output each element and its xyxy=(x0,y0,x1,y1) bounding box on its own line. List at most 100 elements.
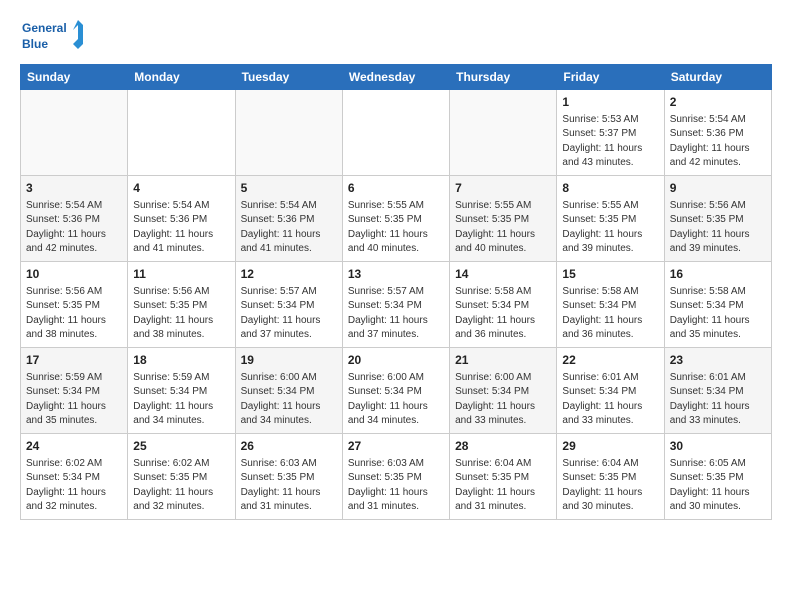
calendar-cell: 8Sunrise: 5:55 AM Sunset: 5:35 PM Daylig… xyxy=(557,176,664,262)
calendar-cell xyxy=(342,90,449,176)
day-number: 14 xyxy=(455,266,551,283)
logo-svg: General Blue xyxy=(20,16,90,58)
day-number: 15 xyxy=(562,266,658,283)
calendar-cell: 29 Sunrise: 6:04 AM Sunset: 5:35 PM Dayli… xyxy=(557,434,664,520)
day-info: Sunrise: 5:59 AM Sunset: 5:34 PM Dayligh… xyxy=(133,371,229,429)
day-number: 17 xyxy=(26,352,122,369)
day-info: Sunrise: 5:56 AM Sunset: 5:35 PM Dayligh… xyxy=(133,285,229,343)
calendar-cell: 28 Sunrise: 6:04 AM Sunset: 5:35 PM Dayli… xyxy=(450,434,557,520)
day-number: 2 xyxy=(670,94,766,111)
day-number: 3 xyxy=(26,180,122,197)
svg-text:General: General xyxy=(22,21,67,35)
calendar-table: SundayMondayTuesdayWednesdayThursdayFrid… xyxy=(20,64,772,520)
calendar-cell: 13 Sunrise: 5:57 AM Sunset: 5:34 PM Dayli… xyxy=(342,262,449,348)
day-info: Sunrise: 5:57 AM Sunset: 5:34 PM Dayligh… xyxy=(241,285,337,343)
calendar-cell: 9Sunrise: 5:56 AM Sunset: 5:35 PM Daylig… xyxy=(664,176,771,262)
calendar-cell: 4 Sunrise: 5:54 AM Sunset: 5:36 PM Daylig… xyxy=(128,176,235,262)
day-info: Sunrise: 6:00 AM Sunset: 5:34 PM Dayligh… xyxy=(455,371,551,429)
calendar-cell xyxy=(450,90,557,176)
day-info: Sunrise: 5:56 AM Sunset: 5:35 PM Dayligh… xyxy=(26,285,122,343)
calendar-week-row: 1Sunrise: 5:53 AM Sunset: 5:37 PM Daylig… xyxy=(21,90,772,176)
calendar-cell: 17 Sunrise: 5:59 AM Sunset: 5:34 PM Dayli… xyxy=(21,348,128,434)
day-info: Sunrise: 5:58 AM Sunset: 5:34 PM Dayligh… xyxy=(670,285,766,343)
day-info: Sunrise: 6:01 AM Sunset: 5:34 PM Dayligh… xyxy=(562,371,658,429)
day-info: Sunrise: 5:58 AM Sunset: 5:34 PM Dayligh… xyxy=(455,285,551,343)
day-info: Sunrise: 5:53 AM Sunset: 5:37 PM Dayligh… xyxy=(562,113,658,171)
col-header-saturday: Saturday xyxy=(664,65,771,90)
day-info: Sunrise: 6:04 AM Sunset: 5:35 PM Dayligh… xyxy=(455,457,551,515)
calendar-cell: 19 Sunrise: 6:00 AM Sunset: 5:34 PM Dayli… xyxy=(235,348,342,434)
day-number: 20 xyxy=(348,352,444,369)
day-number: 4 xyxy=(133,180,229,197)
col-header-monday: Monday xyxy=(128,65,235,90)
day-info: Sunrise: 6:02 AM Sunset: 5:34 PM Dayligh… xyxy=(26,457,122,515)
day-number: 21 xyxy=(455,352,551,369)
day-info: Sunrise: 6:00 AM Sunset: 5:34 PM Dayligh… xyxy=(348,371,444,429)
day-info: Sunrise: 6:03 AM Sunset: 5:35 PM Dayligh… xyxy=(348,457,444,515)
page-header: General Blue xyxy=(20,16,772,58)
calendar-cell: 26 Sunrise: 6:03 AM Sunset: 5:35 PM Dayli… xyxy=(235,434,342,520)
calendar-cell: 7Sunrise: 5:55 AM Sunset: 5:35 PM Daylig… xyxy=(450,176,557,262)
day-number: 18 xyxy=(133,352,229,369)
day-info: Sunrise: 6:03 AM Sunset: 5:35 PM Dayligh… xyxy=(241,457,337,515)
calendar-cell: 24Sunrise: 6:02 AM Sunset: 5:34 PM Dayli… xyxy=(21,434,128,520)
calendar-cell: 2Sunrise: 5:54 AM Sunset: 5:36 PM Daylig… xyxy=(664,90,771,176)
day-info: Sunrise: 5:58 AM Sunset: 5:34 PM Dayligh… xyxy=(562,285,658,343)
calendar-cell: 30 Sunrise: 6:05 AM Sunset: 5:35 PM Dayli… xyxy=(664,434,771,520)
calendar-week-row: 24Sunrise: 6:02 AM Sunset: 5:34 PM Dayli… xyxy=(21,434,772,520)
day-number: 19 xyxy=(241,352,337,369)
calendar-week-row: 10 Sunrise: 5:56 AM Sunset: 5:35 PM Dayli… xyxy=(21,262,772,348)
day-info: Sunrise: 5:59 AM Sunset: 5:34 PM Dayligh… xyxy=(26,371,122,429)
day-number: 27 xyxy=(348,438,444,455)
calendar-cell: 15 Sunrise: 5:58 AM Sunset: 5:34 PM Dayli… xyxy=(557,262,664,348)
day-info: Sunrise: 6:00 AM Sunset: 5:34 PM Dayligh… xyxy=(241,371,337,429)
day-info: Sunrise: 5:54 AM Sunset: 5:36 PM Dayligh… xyxy=(26,199,122,257)
day-number: 10 xyxy=(26,266,122,283)
day-number: 25 xyxy=(133,438,229,455)
calendar-cell: 6 Sunrise: 5:55 AM Sunset: 5:35 PM Daylig… xyxy=(342,176,449,262)
calendar-cell: 16 Sunrise: 5:58 AM Sunset: 5:34 PM Dayli… xyxy=(664,262,771,348)
day-info: Sunrise: 5:55 AM Sunset: 5:35 PM Dayligh… xyxy=(562,199,658,257)
calendar-header-row: SundayMondayTuesdayWednesdayThursdayFrid… xyxy=(21,65,772,90)
day-number: 13 xyxy=(348,266,444,283)
day-info: Sunrise: 5:55 AM Sunset: 5:35 PM Dayligh… xyxy=(348,199,444,257)
calendar-week-row: 17 Sunrise: 5:59 AM Sunset: 5:34 PM Dayli… xyxy=(21,348,772,434)
day-number: 9 xyxy=(670,180,766,197)
col-header-tuesday: Tuesday xyxy=(235,65,342,90)
day-info: Sunrise: 5:57 AM Sunset: 5:34 PM Dayligh… xyxy=(348,285,444,343)
day-number: 30 xyxy=(670,438,766,455)
day-info: Sunrise: 6:01 AM Sunset: 5:34 PM Dayligh… xyxy=(670,371,766,429)
col-header-friday: Friday xyxy=(557,65,664,90)
day-info: Sunrise: 5:54 AM Sunset: 5:36 PM Dayligh… xyxy=(133,199,229,257)
calendar-cell: 23Sunrise: 6:01 AM Sunset: 5:34 PM Dayli… xyxy=(664,348,771,434)
day-number: 16 xyxy=(670,266,766,283)
calendar-cell: 14 Sunrise: 5:58 AM Sunset: 5:34 PM Dayli… xyxy=(450,262,557,348)
calendar-cell: 18 Sunrise: 5:59 AM Sunset: 5:34 PM Dayli… xyxy=(128,348,235,434)
calendar-cell: 5 Sunrise: 5:54 AM Sunset: 5:36 PM Daylig… xyxy=(235,176,342,262)
calendar-cell xyxy=(235,90,342,176)
day-number: 28 xyxy=(455,438,551,455)
calendar-cell: 27 Sunrise: 6:03 AM Sunset: 5:35 PM Dayli… xyxy=(342,434,449,520)
calendar-cell: 22 Sunrise: 6:01 AM Sunset: 5:34 PM Dayli… xyxy=(557,348,664,434)
day-info: Sunrise: 6:04 AM Sunset: 5:35 PM Dayligh… xyxy=(562,457,658,515)
calendar-cell: 1Sunrise: 5:53 AM Sunset: 5:37 PM Daylig… xyxy=(557,90,664,176)
day-number: 22 xyxy=(562,352,658,369)
day-number: 6 xyxy=(348,180,444,197)
day-number: 5 xyxy=(241,180,337,197)
col-header-thursday: Thursday xyxy=(450,65,557,90)
calendar-cell: 25 Sunrise: 6:02 AM Sunset: 5:35 PM Dayli… xyxy=(128,434,235,520)
calendar-cell xyxy=(21,90,128,176)
calendar-cell: 12 Sunrise: 5:57 AM Sunset: 5:34 PM Dayli… xyxy=(235,262,342,348)
day-info: Sunrise: 5:54 AM Sunset: 5:36 PM Dayligh… xyxy=(241,199,337,257)
day-number: 26 xyxy=(241,438,337,455)
day-info: Sunrise: 6:02 AM Sunset: 5:35 PM Dayligh… xyxy=(133,457,229,515)
day-info: Sunrise: 5:55 AM Sunset: 5:35 PM Dayligh… xyxy=(455,199,551,257)
calendar-cell: 11 Sunrise: 5:56 AM Sunset: 5:35 PM Dayli… xyxy=(128,262,235,348)
day-info: Sunrise: 6:05 AM Sunset: 5:35 PM Dayligh… xyxy=(670,457,766,515)
calendar-cell xyxy=(128,90,235,176)
day-number: 12 xyxy=(241,266,337,283)
calendar-cell: 21 Sunrise: 6:00 AM Sunset: 5:34 PM Dayli… xyxy=(450,348,557,434)
calendar-cell: 3 Sunrise: 5:54 AM Sunset: 5:36 PM Daylig… xyxy=(21,176,128,262)
day-number: 11 xyxy=(133,266,229,283)
day-number: 29 xyxy=(562,438,658,455)
